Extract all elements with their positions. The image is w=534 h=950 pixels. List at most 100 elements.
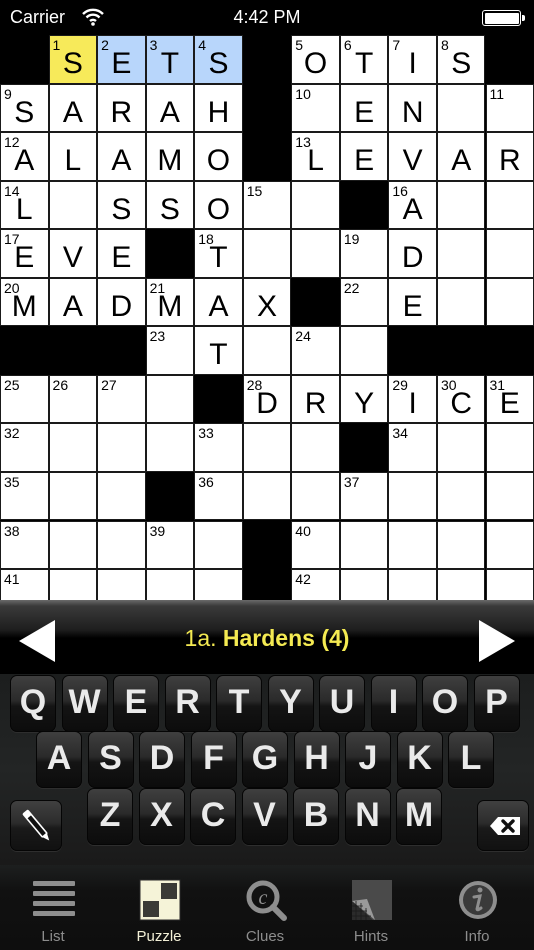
grid-cell[interactable]: A — [145, 83, 195, 133]
grid-cell[interactable] — [485, 569, 534, 600]
key-w[interactable]: W — [61, 675, 108, 732]
grid-cell[interactable] — [242, 326, 292, 375]
key-m[interactable]: M — [396, 788, 442, 845]
grid-cell[interactable]: 31 E — [485, 374, 534, 424]
grid-cell[interactable]: 23 — [145, 326, 195, 375]
grid-cell[interactable]: E — [339, 83, 389, 133]
grid-cell[interactable] — [145, 374, 195, 424]
grid-cell[interactable] — [485, 471, 534, 521]
grid-cell[interactable]: R — [97, 83, 146, 133]
grid-cell[interactable]: 12 A — [0, 132, 49, 181]
grid-cell[interactable]: S — [97, 180, 146, 230]
grid-cell[interactable] — [291, 229, 340, 278]
tab-list[interactable]: List — [0, 865, 106, 950]
grid-cell[interactable]: E — [97, 229, 146, 278]
grid-cell[interactable] — [145, 423, 195, 472]
grid-cell[interactable]: 10 — [291, 83, 340, 133]
grid-cell[interactable]: 38 — [0, 520, 49, 570]
key-z[interactable]: Z — [87, 788, 133, 845]
grid-cell[interactable]: S — [145, 180, 195, 230]
key-c[interactable]: C — [190, 788, 236, 845]
grid-cell[interactable]: 15 — [242, 180, 292, 230]
grid-cell[interactable]: 32 — [0, 423, 49, 472]
grid-cell[interactable]: 17 E — [0, 229, 49, 278]
grid-cell[interactable]: 27 — [97, 374, 146, 424]
grid-cell[interactable]: X — [242, 277, 292, 327]
grid-cell[interactable] — [48, 180, 98, 230]
grid-cell[interactable] — [48, 569, 98, 600]
grid-cell[interactable] — [436, 471, 486, 521]
grid-cell[interactable]: A — [436, 132, 486, 181]
grid-cell[interactable] — [436, 229, 486, 278]
grid-cell[interactable] — [291, 423, 340, 472]
grid-cell[interactable]: N — [388, 83, 437, 133]
key-f[interactable]: F — [190, 731, 237, 788]
grid-cell[interactable]: 5O — [291, 35, 340, 84]
pencil-key[interactable] — [10, 800, 62, 851]
grid-cell[interactable]: E — [339, 132, 389, 181]
grid-cell[interactable]: A — [97, 132, 146, 181]
grid-cell[interactable]: 3T — [145, 35, 195, 84]
grid-cell[interactable]: 21 M — [145, 277, 195, 327]
grid-cell[interactable] — [388, 520, 437, 570]
grid-cell[interactable]: 33 — [194, 423, 243, 472]
grid-cell[interactable] — [436, 569, 486, 600]
grid-cell[interactable]: A — [48, 277, 98, 327]
grid-cell[interactable] — [242, 471, 292, 521]
grid-cell[interactable]: V — [48, 229, 98, 278]
grid-cell[interactable]: 25 — [0, 374, 49, 424]
key-u[interactable]: U — [319, 675, 365, 732]
grid-cell[interactable]: R — [485, 132, 534, 181]
key-h[interactable]: H — [293, 731, 340, 788]
grid-cell[interactable]: 35 — [0, 471, 49, 521]
grid-cell[interactable]: E — [388, 277, 437, 327]
key-i[interactable]: I — [370, 675, 417, 732]
grid-cell[interactable] — [436, 520, 486, 570]
key-q[interactable]: Q — [10, 675, 56, 732]
grid-cell[interactable]: 20 M — [0, 277, 49, 327]
grid-cell[interactable]: 41 — [0, 569, 49, 600]
grid-cell[interactable] — [242, 423, 292, 472]
grid-cell[interactable]: 8S — [436, 35, 486, 84]
grid-cell[interactable]: 4S — [194, 35, 243, 84]
grid-cell[interactable]: 13 L — [291, 132, 340, 181]
tab-info[interactable]: Info — [424, 865, 530, 950]
key-b[interactable]: B — [293, 788, 339, 845]
grid-cell[interactable] — [48, 520, 98, 570]
grid-cell[interactable]: 6T — [339, 35, 389, 84]
grid-cell[interactable]: R — [291, 374, 340, 424]
grid-cell[interactable]: 26 — [48, 374, 98, 424]
grid-cell[interactable] — [97, 423, 146, 472]
grid-cell[interactable] — [97, 520, 146, 570]
grid-cell[interactable]: 9S — [0, 83, 49, 133]
grid-cell[interactable] — [48, 423, 98, 472]
crossword-grid[interactable]: 1 S 2 E 3 T 4 S 5 O 6 T 7 I 8 S 9 S A R A H 10 E N 11 12 A L A M O 13 L E V… — [0, 35, 534, 600]
grid-cell[interactable] — [339, 520, 389, 570]
grid-cell[interactable] — [48, 471, 98, 521]
grid-cell[interactable]: T — [194, 326, 243, 375]
grid-cell[interactable] — [485, 180, 534, 230]
backspace-key[interactable] — [477, 800, 529, 851]
grid-cell[interactable]: H — [194, 83, 243, 133]
grid-cell[interactable]: 7I — [388, 35, 437, 84]
grid-cell[interactable]: 16 A — [388, 180, 437, 230]
grid-cell[interactable]: 28 D — [242, 374, 292, 424]
current-clue[interactable]: 1a. Hardens (4) — [0, 625, 534, 652]
key-d[interactable]: D — [139, 731, 185, 788]
key-v[interactable]: V — [241, 788, 288, 845]
grid-cell[interactable]: M — [145, 132, 195, 181]
grid-cell[interactable]: 42 — [291, 569, 340, 600]
grid-cell[interactable] — [485, 229, 534, 278]
grid-cell[interactable] — [97, 569, 146, 600]
grid-cell[interactable]: 18 T — [194, 229, 243, 278]
grid-cell[interactable]: 36 — [194, 471, 243, 521]
grid-cell[interactable]: 22 — [339, 277, 389, 327]
tab-clues[interactable]: c Clues — [212, 865, 318, 950]
key-g[interactable]: G — [242, 731, 288, 788]
key-a[interactable]: A — [36, 731, 82, 788]
grid-cell[interactable]: 14 L — [0, 180, 49, 230]
grid-cell[interactable]: 2E — [97, 35, 146, 84]
grid-cell[interactable]: 37 — [339, 471, 389, 521]
key-y[interactable]: Y — [267, 675, 314, 732]
grid-cell[interactable]: O — [194, 132, 243, 181]
